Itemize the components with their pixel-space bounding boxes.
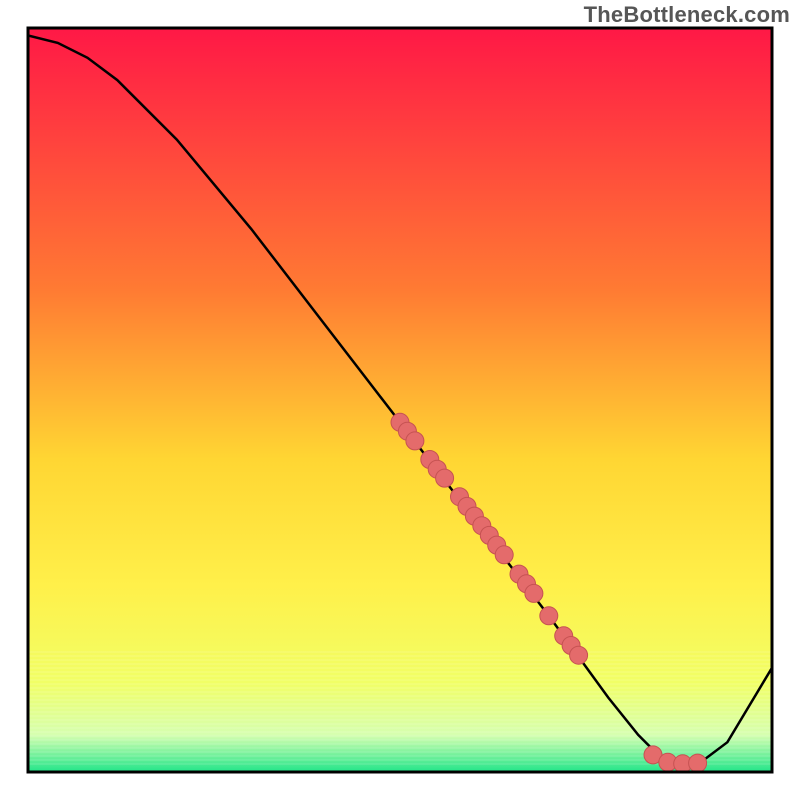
- curve-marker-dot: [689, 754, 707, 772]
- curve-marker-dot: [495, 546, 513, 564]
- curve-marker-dot: [525, 584, 543, 602]
- curve-marker-dot: [540, 607, 558, 625]
- watermark-text: TheBottleneck.com: [584, 2, 790, 28]
- chart-stage: TheBottleneck.com: [0, 0, 800, 800]
- curve-marker-dot: [570, 646, 588, 664]
- curve-marker-dot: [436, 469, 454, 487]
- curve-marker-dot: [406, 432, 424, 450]
- chart-svg: [0, 0, 800, 800]
